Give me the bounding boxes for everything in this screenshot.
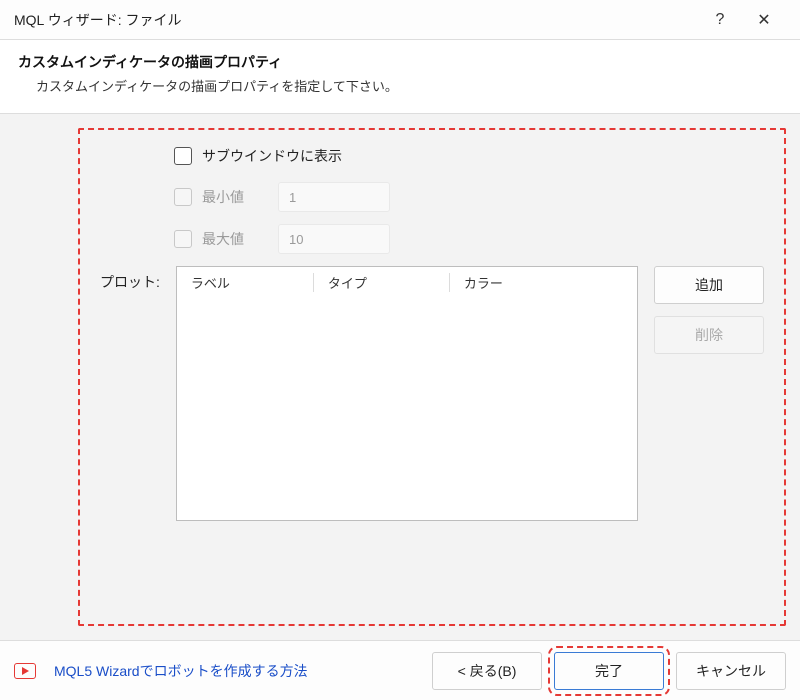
window-title: MQL ウィザード: ファイル xyxy=(14,10,698,30)
footer: MQL5 Wizardでロボットを作成する方法 < 戻る(B) 完了 キャンセル xyxy=(0,640,800,700)
min-label: 最小値 xyxy=(202,187,244,207)
youtube-icon xyxy=(14,663,36,679)
max-label: 最大値 xyxy=(202,229,244,249)
header-title: カスタムインディケータの描画プロパティ xyxy=(18,52,782,72)
plot-table[interactable]: ラベル タイプ カラー xyxy=(176,266,638,521)
col-type[interactable]: タイプ xyxy=(313,273,449,292)
table-header: ラベル タイプ カラー xyxy=(177,267,637,297)
help-button[interactable]: ? xyxy=(698,0,742,40)
subwindow-checkbox[interactable] xyxy=(174,147,192,165)
min-checkbox xyxy=(174,188,192,206)
header-subtitle: カスタムインディケータの描画プロパティを指定して下さい。 xyxy=(18,76,782,95)
subwindow-label: サブウインドウに表示 xyxy=(202,146,342,166)
cancel-button[interactable]: キャンセル xyxy=(676,652,786,690)
max-row: 最大値 10 xyxy=(100,224,764,254)
plot-label: プロット: xyxy=(100,272,160,292)
help-link[interactable]: MQL5 Wizardでロボットを作成する方法 xyxy=(54,661,420,681)
max-input: 10 xyxy=(278,224,390,254)
col-label[interactable]: ラベル xyxy=(177,273,313,292)
highlight-frame: サブウインドウに表示 最小値 1 最大値 10 プロット: xyxy=(78,128,786,626)
min-input: 1 xyxy=(278,182,390,212)
min-row: 最小値 1 xyxy=(100,182,764,212)
close-button[interactable]: ✕ xyxy=(742,0,786,40)
remove-button: 削除 xyxy=(654,316,764,354)
finish-button[interactable]: 完了 xyxy=(554,652,664,690)
subwindow-row: サブウインドウに表示 xyxy=(100,146,764,166)
plot-section: プロット: ラベル タイプ カラー 追加 削除 xyxy=(100,266,764,521)
back-button[interactable]: < 戻る(B) xyxy=(432,652,542,690)
add-button[interactable]: 追加 xyxy=(654,266,764,304)
content-area: サブウインドウに表示 最小値 1 最大値 10 プロット: xyxy=(0,114,800,640)
titlebar: MQL ウィザード: ファイル ? ✕ xyxy=(0,0,800,40)
max-checkbox xyxy=(174,230,192,248)
wizard-window: MQL ウィザード: ファイル ? ✕ カスタムインディケータの描画プロパティ … xyxy=(0,0,800,700)
side-buttons: 追加 削除 xyxy=(654,266,764,354)
header: カスタムインディケータの描画プロパティ カスタムインディケータの描画プロパティを… xyxy=(0,40,800,114)
col-color[interactable]: カラー xyxy=(449,273,585,292)
